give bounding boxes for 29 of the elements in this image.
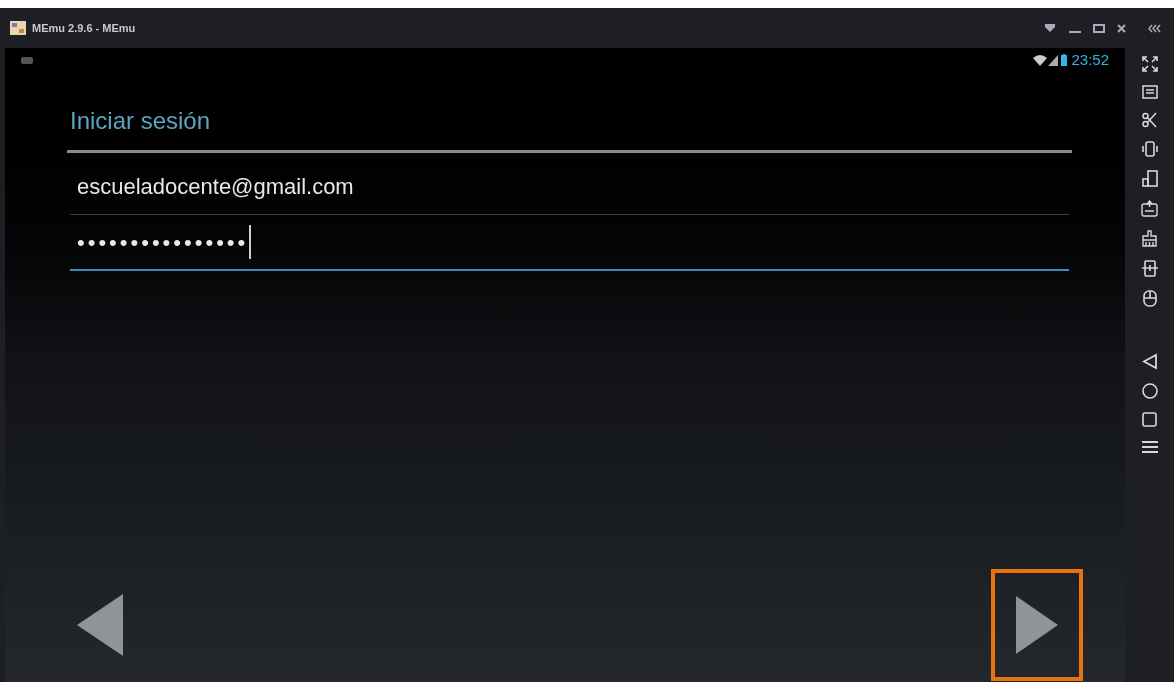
password-field[interactable]: •••••••••••••••• <box>70 215 1069 271</box>
app-logo-icon <box>10 21 26 35</box>
home-icon[interactable] <box>1141 383 1158 399</box>
email-field[interactable]: escueladocente@gmail.com <box>70 159 1069 215</box>
login-title: Iniciar sesión <box>69 106 212 136</box>
back-icon[interactable] <box>1141 353 1158 370</box>
apk-install-icon[interactable] <box>1141 200 1158 217</box>
window-title: MEmu 2.9.6 - MEmu <box>32 20 136 36</box>
next-arrow-button[interactable] <box>1014 594 1060 656</box>
menu-icon[interactable] <box>1141 440 1158 454</box>
dropdown-icon[interactable] <box>1045 24 1055 32</box>
status-time: 23:52 <box>1071 49 1109 70</box>
import-export-icon[interactable] <box>1141 260 1158 277</box>
mouse-icon[interactable] <box>1142 290 1157 307</box>
battery-icon <box>1061 54 1068 66</box>
scissors-icon[interactable] <box>1141 112 1158 128</box>
shake-icon[interactable] <box>1141 141 1158 157</box>
recent-apps-icon[interactable] <box>1142 412 1157 427</box>
close-icon[interactable] <box>1117 23 1126 33</box>
maximize-icon[interactable] <box>1093 23 1105 33</box>
collapse-icon[interactable] <box>1148 23 1162 33</box>
keyboard-icon[interactable] <box>1141 85 1158 99</box>
back-arrow-button[interactable] <box>75 592 125 658</box>
signal-icon <box>1048 54 1059 66</box>
notification-icon <box>21 56 33 64</box>
wifi-icon <box>1033 54 1048 66</box>
multi-window-icon[interactable] <box>1141 170 1158 187</box>
fullscreen-icon[interactable] <box>1141 56 1158 72</box>
broom-icon[interactable] <box>1141 230 1158 247</box>
